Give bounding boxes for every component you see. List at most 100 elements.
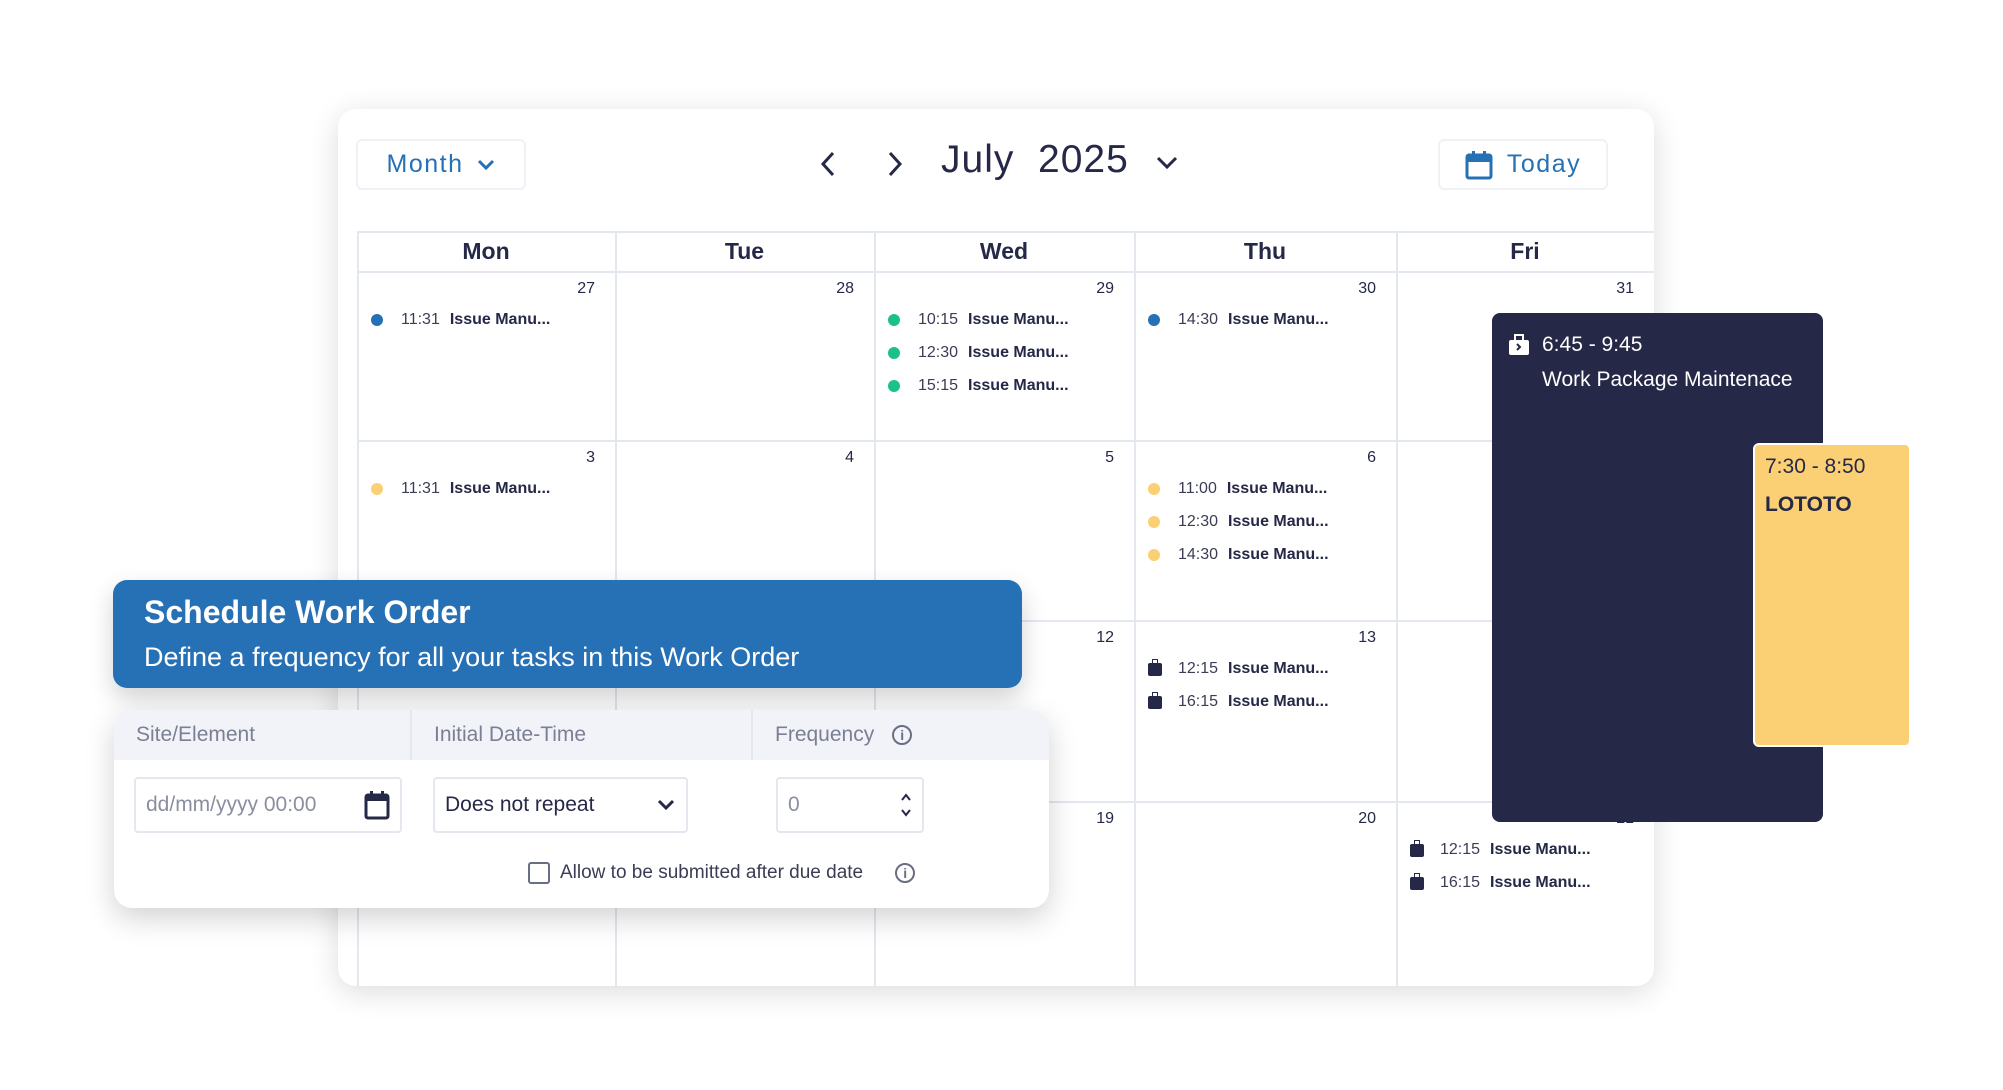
calendar-event[interactable]: 14:30 Issue Manu... xyxy=(1148,311,1329,329)
month-picker-button[interactable] xyxy=(1155,155,1179,176)
event-label: Issue Manu... xyxy=(1228,693,1329,710)
calendar-event[interactable]: 16:15 Issue Manu... xyxy=(1148,691,1329,711)
event-label: Issue Manu... xyxy=(1228,546,1329,563)
column-header-frequency: Frequency i xyxy=(751,710,1049,760)
info-icon[interactable]: i xyxy=(895,863,916,883)
banner-subtitle: Define a frequency for all your tasks in… xyxy=(144,642,800,672)
event-time: 12:15 xyxy=(1178,660,1219,677)
day-number[interactable]: 5 xyxy=(874,449,1114,467)
weekday-header: Wed xyxy=(979,237,1029,264)
status-dot-icon xyxy=(371,314,383,326)
calendar-icon xyxy=(1465,150,1493,179)
next-month-button[interactable] xyxy=(883,150,905,183)
allow-late-row: Allow to be submitted after due date i xyxy=(528,862,916,884)
day-number[interactable]: 30 xyxy=(1134,280,1376,298)
event-label: Issue Manu... xyxy=(968,311,1069,328)
weekday-header: Fri xyxy=(1510,237,1540,264)
allow-late-checkbox[interactable] xyxy=(528,862,550,884)
status-dot-icon xyxy=(888,347,900,359)
briefcase-icon xyxy=(1148,691,1162,709)
day-number[interactable]: 13 xyxy=(1134,629,1376,647)
event-time: 12:30 xyxy=(918,344,959,361)
calendar-icon[interactable] xyxy=(364,790,390,820)
event-label: Issue Manu... xyxy=(1226,480,1328,497)
chevron-down-icon xyxy=(478,159,495,170)
column-header-site: Site/Element xyxy=(114,710,410,760)
calendar-event[interactable]: 14:30 Issue Manu... xyxy=(1148,546,1329,564)
event-label: Issue Manu... xyxy=(968,344,1069,361)
day-number[interactable]: 31 xyxy=(1396,280,1634,298)
event-time: 14:30 xyxy=(1178,311,1219,328)
banner-title: Schedule Work Order xyxy=(144,594,471,630)
briefcase-icon xyxy=(1148,658,1162,676)
view-select-button[interactable]: Month xyxy=(356,139,526,190)
event-time: 11:00 xyxy=(1178,480,1217,497)
grid-line xyxy=(1396,231,1398,986)
day-number[interactable]: 3 xyxy=(357,449,595,467)
month-title[interactable]: July 2025 xyxy=(941,138,1129,182)
prev-month-button[interactable] xyxy=(818,150,840,183)
event-title: LOTOTO xyxy=(1765,493,1852,516)
event-time: 14:30 xyxy=(1178,546,1219,563)
schedule-banner: Schedule Work Order Define a frequency f… xyxy=(113,580,1022,688)
chevron-left-icon xyxy=(820,151,835,177)
event-time: 11:31 xyxy=(401,480,440,497)
calendar-event[interactable]: 12:30 Issue Manu... xyxy=(888,344,1069,362)
weekday-header: Mon xyxy=(462,237,510,264)
calendar-event[interactable]: 11:31 Issue Manu... xyxy=(371,480,550,498)
repeat-select[interactable]: Does not repeat xyxy=(433,777,688,833)
day-number[interactable]: 6 xyxy=(1134,449,1376,467)
status-dot-icon xyxy=(1148,516,1160,528)
day-number[interactable]: 28 xyxy=(615,280,854,298)
year-label: 2025 xyxy=(1038,138,1129,181)
event-time: 10:15 xyxy=(918,311,959,328)
event-time: 15:15 xyxy=(918,377,959,394)
chevron-down-icon[interactable] xyxy=(900,809,912,817)
today-label: Today xyxy=(1506,150,1582,178)
repeat-value: Does not repeat xyxy=(445,793,595,816)
status-dot-icon xyxy=(1148,549,1160,561)
day-number[interactable]: 29 xyxy=(874,280,1114,298)
grid-line xyxy=(357,271,1654,273)
status-dot-icon xyxy=(371,483,383,495)
date-time-input[interactable]: dd/mm/yyyy 00:00 xyxy=(134,777,402,833)
status-dot-icon xyxy=(888,314,900,326)
frequency-label: Frequency xyxy=(775,723,875,746)
weekday-header: Tue xyxy=(724,237,765,264)
allow-late-label[interactable]: Allow to be submitted after due date xyxy=(560,862,863,884)
event-label: Issue Manu... xyxy=(449,480,551,497)
event-label: Issue Manu... xyxy=(1490,874,1591,891)
date-placeholder: dd/mm/yyyy 00:00 xyxy=(146,793,317,816)
day-number[interactable]: 27 xyxy=(357,280,595,298)
chevron-up-icon[interactable] xyxy=(900,793,912,801)
calendar-event[interactable]: 10:15 Issue Manu... xyxy=(888,311,1069,329)
calendar-event[interactable]: 15:15 Issue Manu... xyxy=(888,377,1069,395)
status-dot-icon xyxy=(1148,314,1160,326)
frequency-stepper[interactable]: 0 xyxy=(776,777,924,833)
event-time: 12:15 xyxy=(1440,841,1481,858)
calendar-event[interactable]: 16:15 Issue Manu... xyxy=(1410,872,1591,892)
info-icon[interactable]: i xyxy=(892,725,913,745)
month-label: July xyxy=(941,138,1015,181)
calendar-event[interactable]: 12:30 Issue Manu... xyxy=(1148,513,1329,531)
event-time: 11:31 xyxy=(401,311,440,328)
status-dot-icon xyxy=(888,380,900,392)
briefcase-icon xyxy=(1410,872,1424,890)
chevron-down-icon xyxy=(657,799,675,811)
day-number[interactable]: 4 xyxy=(615,449,854,467)
event-label: Issue Manu... xyxy=(449,311,551,328)
event-time: 6:45 - 9:45 xyxy=(1542,333,1643,356)
event-popup-lototo[interactable]: 7:30 - 8:50 LOTOTO xyxy=(1753,443,1911,747)
event-time: 16:15 xyxy=(1440,874,1481,891)
event-label: Issue Manu... xyxy=(1228,311,1329,328)
calendar-event[interactable]: 12:15 Issue Manu... xyxy=(1148,658,1329,678)
today-button[interactable]: Today xyxy=(1438,139,1608,190)
status-dot-icon xyxy=(1148,483,1160,495)
calendar-event[interactable]: 11:00 Issue Manu... xyxy=(1148,480,1327,498)
calendar-event[interactable]: 11:31 Issue Manu... xyxy=(371,311,550,329)
view-label: Month xyxy=(386,150,464,178)
calendar-event[interactable]: 12:15 Issue Manu... xyxy=(1410,839,1591,859)
event-label: Issue Manu... xyxy=(1228,660,1329,677)
day-number[interactable]: 20 xyxy=(1134,810,1376,828)
briefcase-icon xyxy=(1509,334,1529,355)
